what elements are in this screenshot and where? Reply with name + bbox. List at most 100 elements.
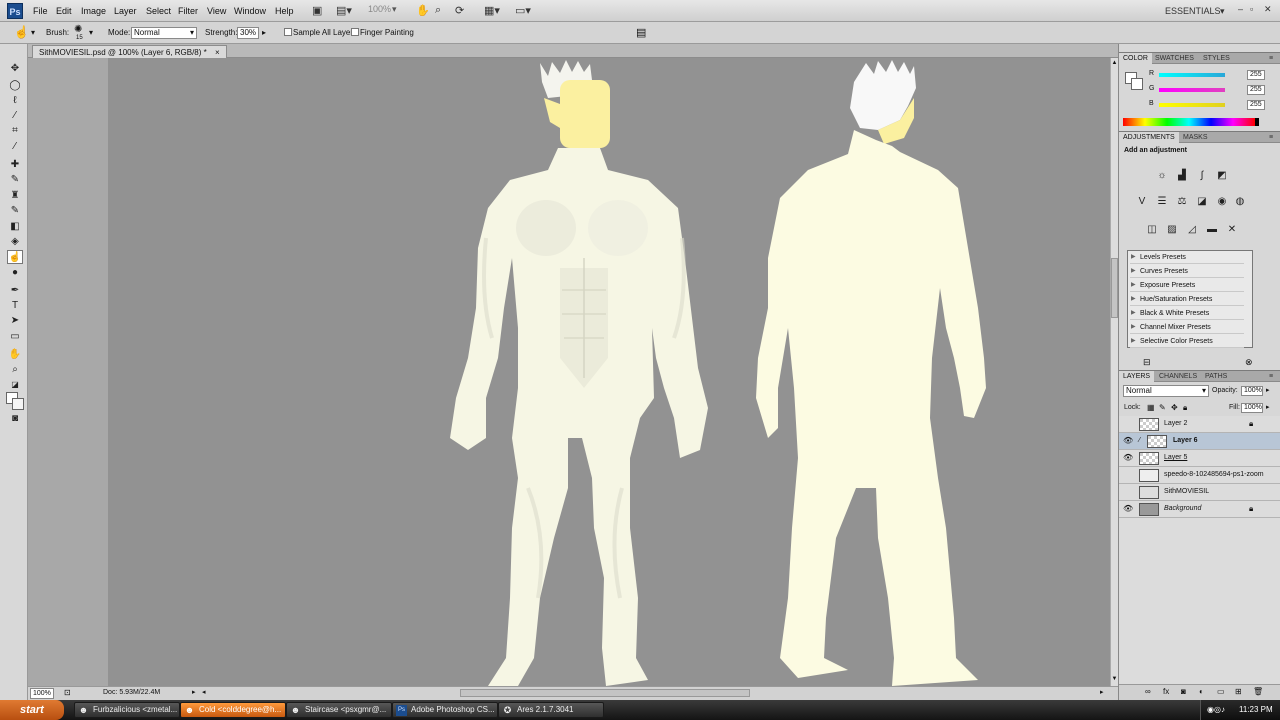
panel-menu-icon[interactable]: ≡ xyxy=(1265,132,1277,143)
hand-tool-icon[interactable]: ✋ xyxy=(7,348,23,362)
taskbar-item[interactable]: ☻ Staircase <psxgmr@... xyxy=(286,702,392,718)
move-tool-icon[interactable]: ✥ xyxy=(7,62,23,76)
link-layers-icon[interactable]: ∞ xyxy=(1145,687,1151,696)
layer-row[interactable]: 👁︎ Layer 5 xyxy=(1119,450,1280,467)
strength-input[interactable]: 30% xyxy=(237,27,259,39)
photo-filter-icon[interactable]: ◉ xyxy=(1215,195,1229,209)
visibility-off-icon[interactable] xyxy=(1123,419,1133,429)
delete-layer-icon[interactable]: 🗑︎ xyxy=(1253,687,1263,696)
brush-panel-toggle-icon[interactable]: ▤ xyxy=(636,26,646,39)
menu-select[interactable]: Select xyxy=(146,6,171,16)
history-brush-tool-icon[interactable]: ✎ xyxy=(7,204,23,218)
color-balance-icon[interactable]: ⚖ xyxy=(1175,195,1189,209)
paint-bucket-tool-icon[interactable]: ◈ xyxy=(7,235,23,249)
green-value[interactable]: 255 xyxy=(1247,85,1265,95)
lock-pixels-icon[interactable]: ✎ xyxy=(1159,403,1166,412)
clip-to-layer-icon[interactable]: ⊟ xyxy=(1143,357,1151,368)
document-tab[interactable]: SithMOVIESIL.psd @ 100% (Layer 6, RGB/8)… xyxy=(32,45,227,58)
chevron-down-icon[interactable]: ▾ xyxy=(89,28,93,37)
menu-image[interactable]: Image xyxy=(81,6,106,16)
magic-wand-tool-icon[interactable]: ⁄ xyxy=(7,109,23,123)
preset-curves[interactable]: Curves Presets xyxy=(1130,265,1244,278)
chevron-down-icon[interactable]: ▾ xyxy=(31,28,35,37)
preset-levels[interactable]: Levels Presets xyxy=(1130,251,1244,264)
scroll-right-icon[interactable]: ▸ xyxy=(1100,688,1104,696)
panel-menu-icon[interactable]: ≡ xyxy=(1265,53,1277,64)
brush-preview-icon[interactable]: ✺ xyxy=(74,24,82,35)
tab-styles[interactable]: STYLES xyxy=(1199,53,1234,64)
vibrance-icon[interactable]: V xyxy=(1135,195,1149,209)
vertical-scroll-thumb[interactable] xyxy=(1111,258,1118,318)
opacity-input[interactable]: 100% xyxy=(1241,386,1263,396)
color-ramp-black[interactable] xyxy=(1255,118,1259,126)
levels-icon[interactable]: ▟ xyxy=(1175,169,1189,183)
tab-swatches[interactable]: SWATCHES xyxy=(1151,53,1198,64)
pen-tool-icon[interactable]: ✒ xyxy=(7,284,23,298)
preset-black-white[interactable]: Black & White Presets xyxy=(1130,307,1244,320)
menu-file[interactable]: File xyxy=(33,6,48,16)
gradient-map-icon[interactable]: ▬ xyxy=(1205,223,1219,237)
rotate-view-icon[interactable]: ⟳ xyxy=(455,4,464,18)
view-extras-icon[interactable]: ▤▾ xyxy=(336,4,352,18)
scroll-up-icon[interactable]: ▲ xyxy=(1111,60,1118,66)
green-slider[interactable] xyxy=(1159,88,1225,92)
chevron-down-icon[interactable]: ▾ xyxy=(1220,6,1225,20)
taskbar-item-active[interactable]: ☻ Cold <colddegree@h... xyxy=(180,702,286,718)
hue-saturation-icon[interactable]: ☰ xyxy=(1155,195,1169,209)
preset-channel-mixer[interactable]: Channel Mixer Presets xyxy=(1130,321,1244,334)
blue-value[interactable]: 255 xyxy=(1247,100,1265,110)
hand-tool-icon[interactable]: ✋ xyxy=(416,4,430,18)
eye-icon[interactable]: 👁︎ xyxy=(1123,436,1133,446)
document-canvas[interactable] xyxy=(108,58,1110,686)
fill-input[interactable]: 100% xyxy=(1241,403,1263,413)
clone-stamp-tool-icon[interactable]: ♜ xyxy=(7,189,23,203)
smudge-tool-icon[interactable]: ☝ xyxy=(14,25,29,39)
black-white-icon[interactable]: ◪ xyxy=(1195,195,1209,209)
exposure-icon[interactable]: ◩ xyxy=(1215,169,1229,183)
horizontal-scroll-thumb[interactable] xyxy=(460,689,750,697)
close-tab-icon[interactable]: × xyxy=(215,48,220,57)
bridge-icon[interactable]: ▣ xyxy=(312,4,322,18)
zoom-tool-icon[interactable]: ⌕ xyxy=(7,363,23,377)
visibility-off-icon[interactable] xyxy=(1123,470,1133,480)
new-layer-icon[interactable]: ⊞ xyxy=(1235,687,1242,696)
threshold-icon[interactable]: ◿ xyxy=(1185,223,1199,237)
finger-painting-checkbox[interactable] xyxy=(351,28,359,36)
taskbar-item[interactable]: ☻ Furbzalicious <zmetal... xyxy=(74,702,180,718)
background-color-swatch[interactable] xyxy=(12,398,24,410)
canvas-area[interactable] xyxy=(28,58,1110,686)
tab-adjustments[interactable]: ADJUSTMENTS xyxy=(1119,132,1179,143)
add-mask-icon[interactable]: ◙ xyxy=(1181,687,1186,696)
red-value[interactable]: 255 xyxy=(1247,70,1265,80)
brightness-contrast-icon[interactable]: ☼ xyxy=(1155,169,1169,183)
background-color-swatch[interactable] xyxy=(1131,78,1143,90)
layer-row[interactable]: Layer 2 🔒︎ xyxy=(1119,416,1280,433)
sample-all-layers-checkbox[interactable] xyxy=(284,28,292,36)
lock-position-icon[interactable]: ✥ xyxy=(1171,403,1178,412)
arrange-documents-icon[interactable]: ▦▾ xyxy=(484,4,500,18)
strength-slider-arrow-icon[interactable]: ▸ xyxy=(262,28,266,37)
screen-mode-icon[interactable]: ▭▾ xyxy=(515,4,531,18)
new-adjustment-icon[interactable]: ◐ xyxy=(1199,687,1204,696)
restore-icon[interactable]: ▫ xyxy=(1250,4,1253,18)
layer-row[interactable]: 👁︎ Background 🔒︎ xyxy=(1119,501,1280,518)
tab-masks[interactable]: MASKS xyxy=(1179,132,1212,143)
layer-row[interactable]: SithMOVIESIL xyxy=(1119,484,1280,501)
minimize-icon[interactable]: – xyxy=(1238,4,1243,18)
preset-exposure[interactable]: Exposure Presets xyxy=(1130,279,1244,292)
menu-filter[interactable]: Filter xyxy=(178,6,198,16)
tab-paths[interactable]: PATHS xyxy=(1201,371,1231,382)
marquee-tool-icon[interactable]: ◯ xyxy=(7,79,23,93)
red-slider[interactable] xyxy=(1159,73,1225,77)
blue-slider[interactable] xyxy=(1159,103,1225,107)
menu-window[interactable]: Window xyxy=(234,6,266,16)
panel-menu-icon[interactable]: ≡ xyxy=(1265,371,1277,382)
visibility-off-icon[interactable] xyxy=(1123,487,1133,497)
type-tool-icon[interactable]: T xyxy=(7,299,23,313)
workspace-switcher[interactable]: ESSENTIALS xyxy=(1165,6,1221,20)
menu-layer[interactable]: Layer xyxy=(114,6,137,16)
lock-transparency-icon[interactable]: ▦ xyxy=(1147,403,1155,412)
posterize-icon[interactable]: ▨ xyxy=(1165,223,1179,237)
path-selection-tool-icon[interactable]: ➤ xyxy=(7,314,23,328)
lasso-tool-icon[interactable]: ℓ xyxy=(7,94,23,108)
